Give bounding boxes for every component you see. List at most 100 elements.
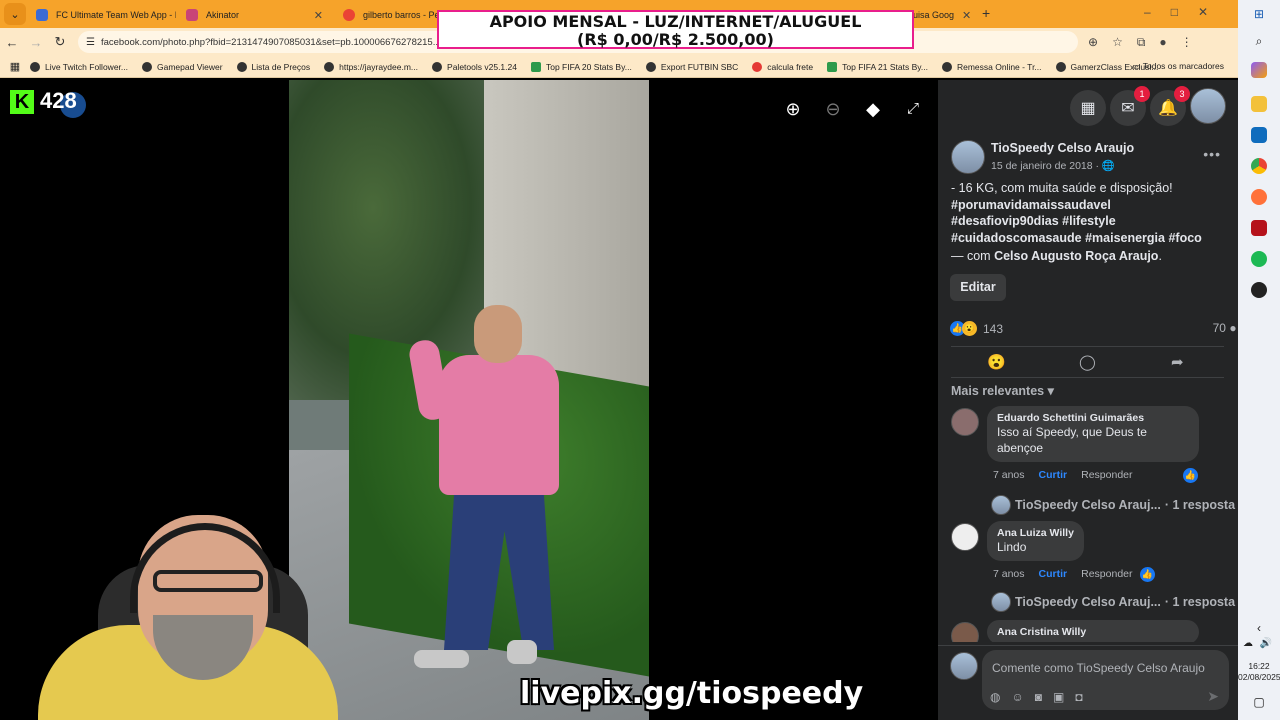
- reactions-summary[interactable]: 👍 😮 143: [950, 321, 1003, 336]
- comment-count[interactable]: 70: [1213, 321, 1226, 335]
- comment-bubble: Eduardo Schettini Guimarães Isso aí Spee…: [987, 406, 1199, 462]
- cloud-icon[interactable]: ☁: [1240, 636, 1256, 652]
- gif-icon[interactable]: ▣: [1053, 690, 1064, 704]
- zoom-out-icon[interactable]: ⊖: [821, 97, 845, 121]
- video-editor-icon[interactable]: [1251, 220, 1267, 236]
- camera-icon[interactable]: ◙: [1035, 690, 1042, 704]
- webcam-feed: [38, 505, 338, 720]
- view-replies[interactable]: TioSpeedy Celso Arauj... · 1 resposta: [991, 495, 1235, 515]
- menu-icon[interactable]: ⋮: [1181, 35, 1193, 50]
- site-info-icon[interactable]: ☰: [86, 37, 95, 48]
- bookmark-item[interactable]: Paletools v25.1.24: [432, 61, 517, 72]
- bookmark-icon: [1055, 61, 1066, 72]
- obs-icon[interactable]: [1251, 282, 1267, 298]
- author-avatar[interactable]: [951, 140, 985, 174]
- commenter-avatar[interactable]: [951, 523, 979, 551]
- window-controls[interactable]: –□✕: [1144, 5, 1228, 19]
- forward-icon[interactable]: →: [24, 35, 48, 50]
- reload-icon[interactable]: ↻: [48, 34, 72, 50]
- comment-sort-dropdown[interactable]: Mais relevantes ▾: [951, 383, 1054, 398]
- outlook-icon[interactable]: [1251, 127, 1267, 143]
- bookmark-icon: [432, 61, 443, 72]
- bookmark-icon: [142, 61, 152, 72]
- post-header: TioSpeedy Celso Araujo 15 de janeiro de …: [951, 140, 1231, 176]
- bookmark-icon: [530, 61, 541, 72]
- comment-meta: 7 anos Curtir Responder: [993, 469, 1133, 481]
- bookmark-item[interactable]: Live Twitch Follower...: [30, 61, 128, 72]
- google-icon: [343, 9, 355, 21]
- chrome-icon[interactable]: [1251, 158, 1267, 174]
- chevron-left-icon[interactable]: ‹: [1251, 620, 1267, 636]
- comment-item: Ana Luiza Willy Lindo 7 anos Curtir Resp…: [951, 521, 1235, 616]
- tab-fc-ultimate[interactable]: FC Ultimate Team Web App - I... ✕: [26, 2, 176, 28]
- profile-avatar[interactable]: [1190, 88, 1226, 124]
- post-hashtags[interactable]: #porumavidamaissaudavel #desafiovip90dia…: [951, 197, 1221, 247]
- commenter-avatar[interactable]: [951, 622, 979, 642]
- back-icon[interactable]: ←: [0, 35, 24, 50]
- apps-icon[interactable]: ▦: [0, 60, 30, 73]
- comment-button-icon[interactable]: ◯: [1079, 353, 1096, 371]
- firefox-icon[interactable]: [1251, 189, 1267, 205]
- post-text: - 16 KG, com muita saúde e disposição! #…: [951, 180, 1221, 246]
- commenter-avatar[interactable]: [951, 408, 979, 436]
- more-options-icon[interactable]: •••: [1203, 146, 1221, 162]
- tab-akinator[interactable]: Akinator ✕: [176, 2, 333, 28]
- profile-icon[interactable]: ●: [1159, 35, 1166, 50]
- bookmark-item[interactable]: Lista de Preços: [236, 61, 310, 72]
- avatar-sticker-icon[interactable]: ◍: [990, 690, 1000, 704]
- extensions-icon[interactable]: ⧉: [1137, 35, 1146, 50]
- comment-composer: Comente como TioSpeedy Celso Araujo ◍ ☺ …: [938, 645, 1238, 720]
- react-button-icon[interactable]: 😮: [987, 353, 1006, 371]
- sticker-icon[interactable]: ◘: [1075, 690, 1082, 704]
- search-icon[interactable]: ⌕: [1251, 33, 1267, 49]
- send-icon[interactable]: ➤: [1207, 688, 1219, 705]
- bookmark-item[interactable]: calcula frete: [752, 61, 813, 72]
- composer-avatar[interactable]: [950, 652, 978, 680]
- view-replies[interactable]: TioSpeedy Celso Arauj... · 1 resposta: [991, 592, 1235, 612]
- bookmark-item[interactable]: Export FUTBIN SBC: [645, 61, 738, 72]
- notifications-icon[interactable]: 🔔 3: [1150, 86, 1190, 126]
- edit-button[interactable]: Editar: [950, 274, 1006, 301]
- fullscreen-icon[interactable]: ⤢: [901, 97, 925, 121]
- all-bookmarks-folder[interactable]: ▭ Todos os marcadores: [1132, 61, 1224, 72]
- comment-bubble: Ana Luiza Willy Lindo: [987, 521, 1084, 561]
- messenger-icon[interactable]: ✉ 1: [1110, 86, 1150, 126]
- copilot-icon[interactable]: [1251, 62, 1267, 78]
- comment-input[interactable]: Comente como TioSpeedy Celso Araujo ◍ ☺ …: [982, 650, 1229, 710]
- support-banner: APOIO MENSAL - LUZ/INTERNET/ALUGUEL (R$ …: [437, 10, 914, 49]
- emoji-icon[interactable]: ☺: [1011, 690, 1023, 704]
- notification-center-icon[interactable]: ▢: [1251, 694, 1267, 710]
- bookmark-item[interactable]: Remessa Online - Tr...: [941, 61, 1042, 72]
- zoom-in-icon[interactable]: ⊕: [781, 97, 805, 121]
- viewer-count: 428: [40, 88, 77, 113]
- system-clock[interactable]: 16:22 02/08/2025: [1238, 661, 1280, 683]
- windows-taskbar: ⊞ ⌕ ‹ ☁ 🔊 ▢: [1238, 0, 1280, 720]
- new-tab-button[interactable]: +: [982, 5, 990, 21]
- post-photo[interactable]: [289, 80, 649, 720]
- close-tab-icon[interactable]: ✕: [306, 9, 323, 22]
- bookmark-icon: [752, 61, 763, 72]
- bookmark-item[interactable]: https://jayraydee.m...: [324, 61, 418, 72]
- bookmark-item[interactable]: Top FIFA 20 Stats By...: [530, 61, 632, 72]
- star-icon[interactable]: ☆: [1112, 35, 1123, 50]
- bookmark-item[interactable]: Gamepad Viewer: [142, 61, 223, 72]
- volume-icon[interactable]: 🔊: [1258, 636, 1274, 652]
- bookmark-item[interactable]: Top FIFA 21 Stats By...: [827, 61, 928, 72]
- share-button-icon[interactable]: ➦: [1171, 353, 1184, 371]
- file-explorer-icon[interactable]: [1251, 96, 1267, 112]
- comment-count-icon: ●: [1229, 321, 1237, 335]
- comment-like-icon: 👍: [1140, 567, 1155, 582]
- post-author[interactable]: TioSpeedy Celso Araujo: [991, 141, 1134, 155]
- tab-search-icon[interactable]: ⌄: [4, 3, 26, 25]
- close-tab-icon[interactable]: ✕: [954, 9, 971, 22]
- photo-shoe: [507, 640, 537, 664]
- post-date[interactable]: 15 de janeiro de 2018 · 🌐: [991, 159, 1115, 172]
- reply-avatar: [991, 495, 1011, 515]
- folder-icon: ▭: [1132, 61, 1143, 71]
- menu-grid-icon[interactable]: ▦: [1070, 90, 1106, 126]
- zoom-icon[interactable]: ⊕: [1088, 35, 1098, 50]
- windows-start-icon[interactable]: ⊞: [1251, 6, 1267, 22]
- tag-icon[interactable]: ◆: [861, 97, 885, 121]
- spotify-icon[interactable]: [1251, 251, 1267, 267]
- tagged-person-link[interactable]: Celso Augusto Roça Araujo: [994, 249, 1158, 263]
